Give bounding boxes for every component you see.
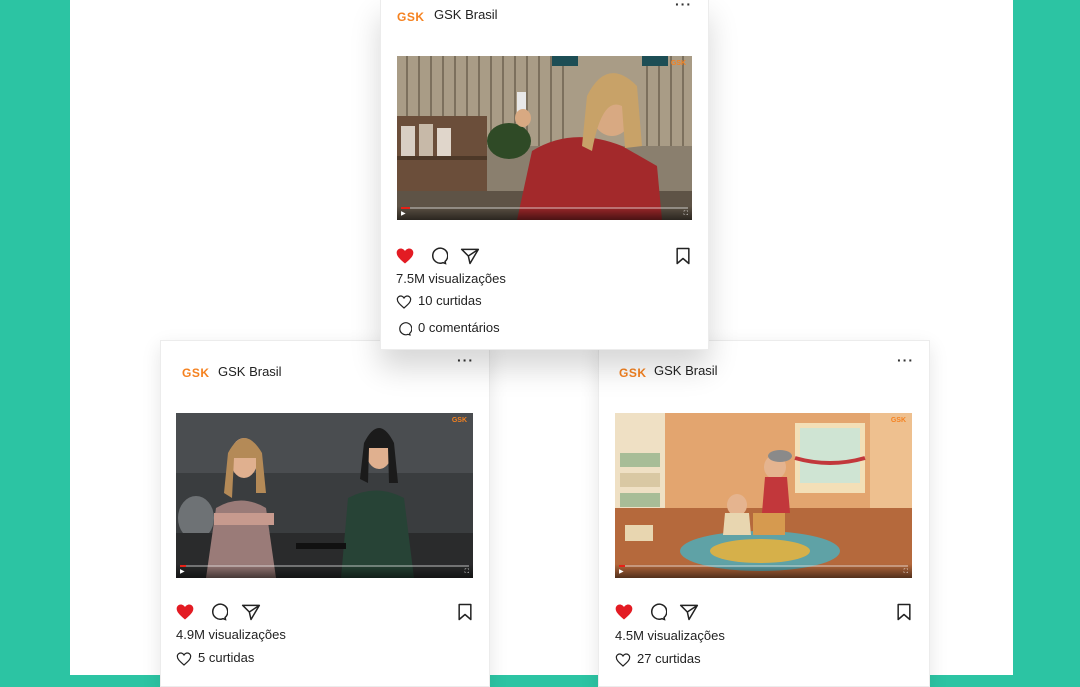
comments-count: 0 comentários <box>418 320 500 335</box>
account-name[interactable]: GSK Brasil <box>434 7 498 22</box>
more-options-icon[interactable]: ··· <box>457 353 474 367</box>
fullscreen-icon[interactable]: ⛶ <box>904 568 908 576</box>
post-actions <box>614 602 914 622</box>
video-frame <box>397 56 692 220</box>
post-actions <box>395 246 693 266</box>
bookmark-icon[interactable] <box>673 246 693 266</box>
post-card: GSK GSK Brasil ··· <box>598 340 930 687</box>
gsk-logo: GSK <box>619 366 647 380</box>
likes-count: 27 curtidas <box>637 651 701 666</box>
video-progress-bar[interactable] <box>401 207 688 209</box>
video-watermark: GSK <box>670 60 686 67</box>
bookmark-icon[interactable] <box>455 602 475 622</box>
post-header: GSK GSK Brasil ··· <box>381 0 708 39</box>
view-count: 4.9M visualizações <box>176 627 286 642</box>
video-player-controls: ▶ ⛶ <box>397 206 692 220</box>
video-frame <box>176 413 473 578</box>
account-name[interactable]: GSK Brasil <box>654 363 718 378</box>
bookmark-icon[interactable] <box>894 602 914 622</box>
video-progress-bar[interactable] <box>619 565 908 567</box>
heart-icon[interactable] <box>614 602 634 622</box>
heart-outline-icon <box>176 652 192 666</box>
heart-icon[interactable] <box>175 602 195 622</box>
view-count: 7.5M visualizações <box>396 271 506 286</box>
likes-count: 5 curtidas <box>198 650 255 665</box>
play-icon[interactable]: ▶ <box>401 210 406 218</box>
post-video[interactable]: ▶ ⛶ GSK <box>397 56 692 220</box>
send-icon[interactable] <box>679 602 699 622</box>
post-card: GSK GSK Brasil ··· ▶ ⛶ GSK 4.9M visualiz… <box>160 340 490 687</box>
fullscreen-icon[interactable]: ⛶ <box>684 210 688 218</box>
more-options-icon[interactable]: ··· <box>675 0 692 11</box>
comment-icon[interactable] <box>208 602 228 622</box>
post-actions <box>175 602 475 622</box>
heart-icon[interactable] <box>395 246 415 266</box>
video-watermark: GSK <box>890 417 906 424</box>
send-icon[interactable] <box>460 246 480 266</box>
comment-outline-icon <box>399 322 412 336</box>
comment-icon[interactable] <box>428 246 448 266</box>
gsk-logo: GSK <box>182 366 210 380</box>
likes-count: 10 curtidas <box>418 293 482 308</box>
post-video[interactable]: ▶ ⛶ GSK <box>176 413 473 578</box>
account-name[interactable]: GSK Brasil <box>218 364 282 379</box>
send-icon[interactable] <box>241 602 261 622</box>
video-player-controls: ▶ ⛶ <box>615 564 912 578</box>
view-count: 4.5M visualizações <box>615 628 725 643</box>
play-icon[interactable]: ▶ <box>619 568 624 576</box>
video-player-controls: ▶ ⛶ <box>176 564 473 578</box>
play-icon[interactable]: ▶ <box>180 568 185 576</box>
video-watermark: GSK <box>451 417 467 424</box>
comment-icon[interactable] <box>647 602 667 622</box>
more-options-icon[interactable]: ··· <box>897 353 914 367</box>
fullscreen-icon[interactable]: ⛶ <box>465 568 469 576</box>
video-frame <box>615 413 912 578</box>
heart-outline-icon <box>615 653 631 667</box>
video-progress-bar[interactable] <box>180 565 469 567</box>
gsk-logo: GSK <box>397 10 425 24</box>
post-video[interactable]: ▶ ⛶ GSK <box>615 413 912 578</box>
heart-outline-icon <box>396 295 412 309</box>
post-card: GSK GSK Brasil ··· <box>380 0 709 350</box>
